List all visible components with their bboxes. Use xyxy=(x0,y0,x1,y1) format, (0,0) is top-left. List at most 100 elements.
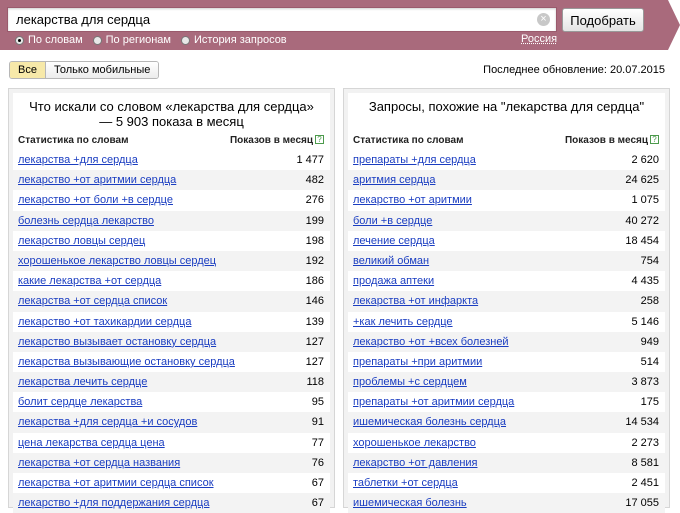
filter-all-button[interactable]: Все xyxy=(10,62,46,78)
table-row: препараты +от аритмии сердца 175 xyxy=(348,392,665,412)
query-link[interactable]: болит сердце лекарства xyxy=(18,396,142,408)
query-link[interactable]: великий обман xyxy=(353,255,429,267)
table-row: лекарства лечить сердце 118 xyxy=(13,372,330,393)
impressions-count: 198 xyxy=(305,234,324,247)
mode-history[interactable]: История запросов xyxy=(181,34,287,46)
query-link[interactable]: проблемы +с сердцем xyxy=(353,376,467,388)
impressions-count: 175 xyxy=(640,396,659,409)
radio-icon[interactable] xyxy=(92,35,102,45)
table-row: лекарства +от сердца названия 76 xyxy=(13,452,330,473)
region-link[interactable]: Россия xyxy=(521,33,557,45)
impressions-count: 192 xyxy=(305,254,324,267)
table-row: лекарство +от +всех болезней 949 xyxy=(348,331,665,352)
impressions-count: 77 xyxy=(311,436,324,449)
clear-icon[interactable]: × xyxy=(537,13,550,26)
query-link[interactable]: лекарства +от сердца список xyxy=(18,295,167,307)
help-icon[interactable]: ? xyxy=(315,135,324,144)
query-link[interactable]: хорошенькое лекарство ловцы сердец xyxy=(18,255,216,267)
table-row: лекарство +от боли +в сердце 276 xyxy=(13,190,330,210)
query-link[interactable]: цена лекарства сердца цена xyxy=(18,437,165,449)
table-row: лекарства вызывающие остановку сердца 127 xyxy=(13,352,330,372)
table-row: лекарства +от инфаркта 258 xyxy=(348,291,665,312)
search-input[interactable] xyxy=(8,8,536,31)
mode-label: По регионам xyxy=(105,34,171,46)
impressions-count: 2 273 xyxy=(631,436,659,449)
query-link[interactable]: лекарство +от аритмии сердца xyxy=(18,174,176,186)
query-link[interactable]: боли +в сердце xyxy=(353,215,432,227)
query-link[interactable]: ишемическая болезнь xyxy=(353,497,467,509)
impressions-count: 2 451 xyxy=(631,477,659,489)
query-link[interactable]: лекарство +для поддержания сердца xyxy=(18,497,209,509)
mode-by-words[interactable]: По словам xyxy=(15,34,83,46)
table-row: аритмия сердца 24 625 xyxy=(348,170,665,191)
impressions-count: 14 534 xyxy=(625,416,659,429)
query-link[interactable]: лекарства +от аритмии сердца список xyxy=(18,477,214,489)
right-rows: препараты +для сердца 2 620 аритмия сердца… xyxy=(348,150,665,513)
table-row: продажа аптеки 4 435 xyxy=(348,271,665,291)
left-panel-title: Что искали со словом «лекарства для серд… xyxy=(29,99,314,129)
query-link[interactable]: +как лечить сердце xyxy=(353,316,453,328)
impressions-count: 95 xyxy=(311,396,324,409)
query-link[interactable]: лекарства +для сердца +и сосудов xyxy=(18,416,197,428)
query-link[interactable]: лекарство +от боли +в сердце xyxy=(18,194,173,206)
query-link[interactable]: лекарство +от тахикардии сердца xyxy=(18,316,191,328)
query-link[interactable]: какие лекарства +от сердца xyxy=(18,275,161,287)
query-link[interactable]: лечение сердца xyxy=(353,235,435,247)
mode-label: История запросов xyxy=(194,34,287,46)
query-link[interactable]: продажа аптеки xyxy=(353,275,434,287)
table-row: +как лечить сердце 5 146 xyxy=(348,312,665,332)
table-row: лекарства +от сердца список 146 xyxy=(13,291,330,312)
query-link[interactable]: лекарство +от аритмии xyxy=(353,194,472,206)
submit-button[interactable]: Подобрать xyxy=(562,8,644,32)
impressions-count: 514 xyxy=(640,355,659,368)
query-link[interactable]: лекарство вызывает остановку сердца xyxy=(18,336,216,348)
radio-icon-checked[interactable] xyxy=(15,35,24,45)
table-row: болезнь сердца лекарство 199 xyxy=(13,210,330,231)
left-column-header: Статистика по словам Показов в месяц? xyxy=(13,133,330,149)
impressions-header-label: Показов в месяц xyxy=(229,135,313,146)
left-panel: Что искали со словом «лекарства для серд… xyxy=(8,88,335,513)
query-link[interactable]: лекарство +от давления xyxy=(353,457,478,469)
table-row: лекарства +от аритмии сердца список 67 xyxy=(13,473,330,493)
query-link[interactable]: препараты +при аритмии xyxy=(353,356,482,368)
query-link[interactable]: лекарства лечить сердце xyxy=(18,376,147,388)
column-words-header: Статистика по словам xyxy=(353,135,464,146)
query-link[interactable]: препараты +для сердца xyxy=(353,154,476,166)
query-link[interactable]: таблетки +от сердца xyxy=(353,477,458,489)
table-row: таблетки +от сердца 2 451 xyxy=(348,473,665,493)
query-link[interactable]: лекарство ловцы сердец xyxy=(18,235,145,247)
impressions-count: 276 xyxy=(305,194,324,207)
mode-by-regions[interactable]: По регионам xyxy=(92,34,171,46)
query-link[interactable]: ишемическая болезнь сердца xyxy=(353,416,506,428)
impressions-count: 17 055 xyxy=(625,497,659,510)
query-link[interactable]: лекарства вызывающие остановку сердца xyxy=(18,356,235,368)
left-rows: лекарства +для сердца 1 477 лекарство +от … xyxy=(13,150,330,513)
query-link[interactable]: лекарства +от сердца названия xyxy=(18,457,180,469)
radio-icon[interactable] xyxy=(181,35,190,45)
left-panel-content: Что искали со словом «лекарства для серд… xyxy=(13,93,330,513)
column-words-header: Статистика по словам xyxy=(18,135,129,146)
table-row: лекарство +от тахикардии сердца 139 xyxy=(13,312,330,332)
table-row: лечение сердца 18 454 xyxy=(348,231,665,251)
right-panel-title: Запросы, похожие на "лекарства для сердц… xyxy=(368,99,645,114)
query-link[interactable]: лекарства +для сердца xyxy=(18,154,138,166)
query-link[interactable]: лекарство +от +всех болезней xyxy=(353,336,509,348)
device-filter: Все Только мобильные xyxy=(9,61,160,79)
query-link[interactable]: лекарства +от инфаркта xyxy=(353,295,478,307)
table-row: лекарство +от аритмии сердца 482 xyxy=(13,170,330,191)
query-link[interactable]: аритмия сердца xyxy=(353,174,435,186)
impressions-count: 67 xyxy=(311,497,324,510)
impressions-count: 67 xyxy=(311,477,324,489)
impressions-count: 127 xyxy=(305,355,324,368)
query-link[interactable]: хорошенькое лекарство xyxy=(353,437,476,449)
filter-mobile-button[interactable]: Только мобильные xyxy=(45,62,159,78)
table-row: хорошенькое лекарство 2 273 xyxy=(348,433,665,453)
impressions-count: 482 xyxy=(305,174,324,187)
help-icon[interactable]: ? xyxy=(650,135,659,144)
query-link[interactable]: болезнь сердца лекарство xyxy=(18,215,154,227)
column-impressions-header: Показов в месяц? xyxy=(230,135,324,146)
table-row: лекарства +для сердца 1 477 xyxy=(13,150,330,170)
query-link[interactable]: препараты +от аритмии сердца xyxy=(353,396,514,408)
mode-radio-group: По словам По регионам История запросов xyxy=(15,33,297,47)
table-row: препараты +для сердца 2 620 xyxy=(348,150,665,170)
